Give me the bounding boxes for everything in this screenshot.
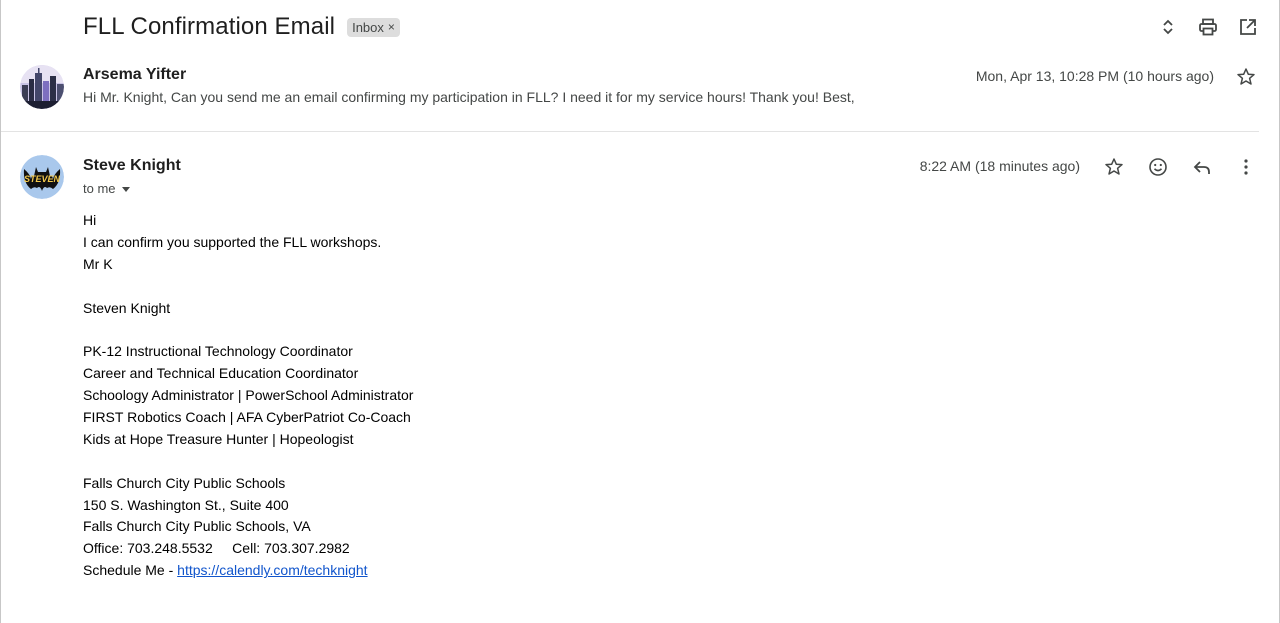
message-divider xyxy=(1,131,1259,132)
body-line: Mr K xyxy=(83,255,113,272)
signature-name: Steven Knight xyxy=(83,299,171,316)
sender-name[interactable]: Steve Knight xyxy=(83,157,181,175)
inbox-label-chip[interactable]: Inbox × xyxy=(347,17,400,37)
calendly-link[interactable]: https://calendly.com/techknight xyxy=(177,562,367,578)
signature-org: Falls Church City Public Schools xyxy=(83,474,286,491)
message-date[interactable]: Mon, Apr 13, 10:28 PM (10 hours ago) xyxy=(976,68,1214,84)
schedule-prefix: Schedule Me - xyxy=(83,562,178,579)
message-body: Hi I can confirm you supported the FLL w… xyxy=(83,210,413,582)
star-icon[interactable] xyxy=(1103,154,1125,180)
signature-city: Falls Church City Public Schools, VA xyxy=(83,518,311,535)
avatar-lettering: STEVEN xyxy=(24,174,61,184)
chevron-down-icon xyxy=(121,186,130,192)
avatar[interactable] xyxy=(20,65,64,109)
signature-title: Kids at Hope Treasure Hunter | Hopeologi… xyxy=(83,430,354,447)
signature-phones: Office: 703.248.5532 Cell: 703.307.2982 xyxy=(83,540,350,557)
recipient-details-toggle[interactable]: to me xyxy=(83,181,130,196)
open-in-new-window-icon[interactable] xyxy=(1237,14,1259,40)
signature-schedule: Schedule Me - https://calendly.com/techk… xyxy=(83,560,413,582)
recipient-text: to me xyxy=(83,181,116,196)
email-thread-view: FLL Confirmation Email Inbox × Arsema Yi… xyxy=(0,0,1280,623)
signature-title: PK-12 Instructional Technology Coordinat… xyxy=(83,343,353,360)
sender-name[interactable]: Arsema Yifter xyxy=(83,66,186,84)
expand-collapse-icon[interactable] xyxy=(1157,14,1179,40)
signature-title: FIRST Robotics Coach | AFA CyberPatriot … xyxy=(83,409,411,426)
message-date[interactable]: 8:22 AM (18 minutes ago) xyxy=(920,158,1080,174)
signature-title: Schoology Administrator | PowerSchool Ad… xyxy=(83,387,414,404)
body-line: Hi xyxy=(83,212,97,228)
avatar[interactable]: STEVEN xyxy=(20,155,64,199)
label-text: Inbox xyxy=(352,19,384,35)
print-icon[interactable] xyxy=(1197,14,1219,40)
thread-toolbar xyxy=(1157,14,1259,40)
subject-row: FLL Confirmation Email Inbox × xyxy=(83,11,400,43)
star-icon[interactable] xyxy=(1235,64,1257,90)
batman-logo-avatar-image: STEVEN xyxy=(20,155,64,199)
more-options-icon[interactable] xyxy=(1235,154,1257,180)
remove-label-button[interactable]: × xyxy=(388,20,395,34)
reply-icon[interactable] xyxy=(1191,154,1213,180)
city-skyline-avatar-image xyxy=(20,65,64,109)
message-actions xyxy=(1103,154,1257,180)
signature-title: Career and Technical Education Coordinat… xyxy=(83,365,359,382)
message-snippet[interactable]: Hi Mr. Knight, Can you send me an email … xyxy=(83,89,855,105)
body-line: I can confirm you supported the FLL work… xyxy=(83,233,382,250)
signature-address: 150 S. Washington St., Suite 400 xyxy=(83,496,289,513)
thread-subject: FLL Confirmation Email xyxy=(83,13,336,40)
emoji-reaction-icon[interactable] xyxy=(1147,154,1169,180)
